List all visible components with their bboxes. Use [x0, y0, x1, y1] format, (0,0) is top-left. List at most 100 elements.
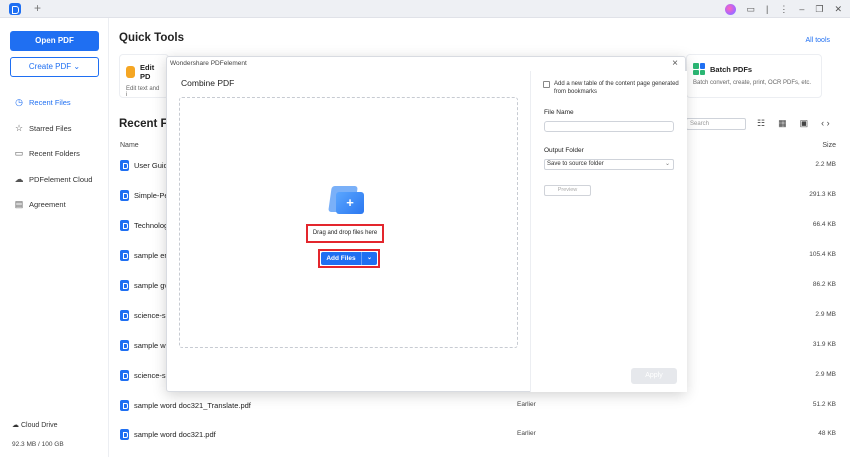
drag-drop-text: Drag and drop files here	[306, 224, 384, 243]
pdf-file-icon	[120, 280, 129, 291]
output-folder-label: Output Folder	[544, 147, 584, 154]
all-tools-link[interactable]: All tools	[805, 37, 830, 44]
edit-pdf-icon	[126, 66, 136, 78]
file-size: 48 KB	[818, 430, 836, 437]
restore-icon[interactable]: ❐	[815, 3, 823, 15]
chevron-down-icon: ⌄	[73, 62, 81, 71]
new-tab-button[interactable]: +	[34, 1, 41, 15]
sidebar-nav: ◷ Recent Files ☆ Starred Files ▭ Recent Fol…	[0, 90, 109, 218]
batch-pdfs-icon	[693, 63, 705, 75]
sidebar-item-label: PDFelement Cloud	[29, 174, 93, 184]
table-row[interactable]: sample word doc321.pdf Earlier 48 KB	[110, 420, 850, 450]
output-folder-value: Save to source folder	[547, 161, 604, 167]
file-name: science-si	[134, 311, 168, 320]
create-pdf-button[interactable]: Create PDF ⌄	[10, 57, 99, 77]
sidebar-item-recent-files[interactable]: ◷ Recent Files	[0, 90, 109, 116]
dialog-heading: Combine PDF	[181, 78, 235, 88]
chevron-down-icon: ⌄	[664, 161, 670, 167]
sidebar-item-pdfelement-cloud[interactable]: ☁ PDFelement Cloud	[0, 167, 109, 193]
list-view-icon[interactable]: ☷	[757, 118, 765, 129]
file-name: sample er	[134, 251, 167, 260]
document-icon: ▤	[14, 199, 24, 210]
chevron-down-icon[interactable]: ⌄	[361, 252, 377, 265]
sidebar-item-label: Recent Folders	[29, 149, 80, 159]
tool-card-batch-pdfs[interactable]: Batch PDFs Batch convert, create, print,…	[686, 54, 822, 98]
file-size: 66.4 KB	[812, 221, 836, 228]
file-size: 2.9 MB	[815, 311, 836, 318]
chat-icon[interactable]: ▭	[747, 3, 756, 15]
add-files-label: Add Files	[326, 255, 356, 262]
tool-name: Edit PD	[140, 63, 155, 81]
file-size: 51.2 KB	[812, 401, 836, 408]
cloud-drive-label: Cloud Drive	[20, 422, 58, 429]
settings-panel: Add a new table of the content page gene…	[530, 71, 687, 392]
calendar-icon[interactable]: ▣	[800, 118, 809, 129]
app-logo-icon[interactable]	[9, 3, 21, 15]
search-input[interactable]: Search	[686, 118, 746, 130]
pdf-file-icon	[120, 310, 129, 321]
sidebar-item-recent-folders[interactable]: ▭ Recent Folders	[0, 141, 109, 167]
grid-view-icon[interactable]: ▦	[778, 118, 787, 129]
collapse-icon[interactable]: ‹ ›	[821, 118, 830, 129]
column-header-name[interactable]: Name	[120, 142, 139, 149]
tool-card-edit-pdf[interactable]: Edit PD Edit text and i	[119, 54, 169, 98]
sidebar-item-starred-files[interactable]: ☆ Starred Files	[0, 116, 109, 142]
file-date: Earlier	[517, 401, 536, 408]
output-folder-select[interactable]: Save to source folder ⌄	[544, 159, 674, 170]
column-header-size[interactable]: Size	[822, 142, 836, 149]
tool-desc: Edit text and i	[126, 86, 160, 98]
minimize-icon[interactable]: –	[799, 3, 804, 15]
pdf-file-icon	[120, 160, 129, 171]
close-icon[interactable]: ✕	[834, 3, 842, 15]
file-size: 291.3 KB	[809, 191, 836, 198]
file-name: sample w	[134, 341, 166, 350]
folder-icon: ▭	[14, 148, 24, 159]
add-folder-icon: +	[328, 184, 366, 214]
pdf-file-icon	[120, 400, 129, 411]
file-name: sample word doc321.pdf	[134, 430, 216, 439]
storage-usage: 92.3 MB / 100 GB	[12, 441, 64, 448]
open-pdf-button[interactable]: Open PDF	[10, 31, 99, 51]
file-name-field[interactable]	[544, 121, 674, 132]
separator: |	[766, 4, 769, 14]
table-row[interactable]: sample word doc321_Translate.pdf Earlier 5…	[110, 391, 850, 421]
pdf-file-icon	[120, 250, 129, 261]
toc-checkbox[interactable]	[543, 81, 550, 88]
file-size: 86.2 KB	[812, 281, 836, 288]
star-icon: ☆	[14, 122, 24, 133]
avatar-icon[interactable]	[724, 3, 736, 15]
sidebar-item-label: Starred Files	[29, 123, 72, 133]
sidebar-item-label: Recent Files	[29, 98, 71, 108]
cloud-icon: ☁	[12, 422, 19, 429]
drop-zone[interactable]: + Drag and drop files here Add Files ⌄	[179, 97, 518, 348]
close-icon[interactable]: ×	[672, 58, 678, 69]
file-size: 31.9 KB	[812, 341, 836, 348]
dialog-window-title: Wondershare PDFelement	[170, 60, 247, 67]
file-name: Simple-Pe	[134, 191, 169, 200]
create-pdf-label: Create PDF	[28, 62, 72, 71]
file-name: User Guid	[134, 161, 168, 170]
add-files-highlight: Add Files ⌄	[318, 249, 380, 268]
more-icon[interactable]: ⋮	[779, 3, 788, 15]
pdf-file-icon	[120, 190, 129, 201]
preview-button[interactable]: Preview	[544, 185, 591, 196]
file-name: Technolog	[134, 221, 169, 230]
sidebar-item-agreement[interactable]: ▤ Agreement	[0, 192, 109, 218]
add-files-button[interactable]: Add Files ⌄	[321, 252, 377, 265]
quick-tools-title: Quick Tools	[119, 32, 184, 44]
file-size: 105.4 KB	[809, 251, 836, 258]
apply-button[interactable]: Apply	[631, 368, 677, 384]
pdf-file-icon	[120, 429, 129, 440]
tool-desc: Batch convert, create, print, OCR PDFs, …	[693, 80, 812, 86]
file-size: 2.2 MB	[815, 161, 836, 168]
pdf-file-icon	[120, 220, 129, 231]
file-name: science-si	[134, 371, 168, 380]
file-date: Earlier	[517, 430, 536, 437]
clock-icon: ◷	[15, 97, 23, 108]
cloud-drive-link[interactable]: ☁ Cloud Drive	[12, 421, 58, 429]
pdf-file-icon	[120, 340, 129, 351]
title-bar: + ▭ | ⋮ – ❐ ✕	[0, 0, 850, 18]
sidebar: Open PDF Create PDF ⌄ ◷ Recent Files ☆ Sta…	[0, 18, 109, 457]
sidebar-item-label: Agreement	[29, 200, 66, 210]
toc-checkbox-label: Add a new table of the content page gene…	[554, 81, 679, 95]
